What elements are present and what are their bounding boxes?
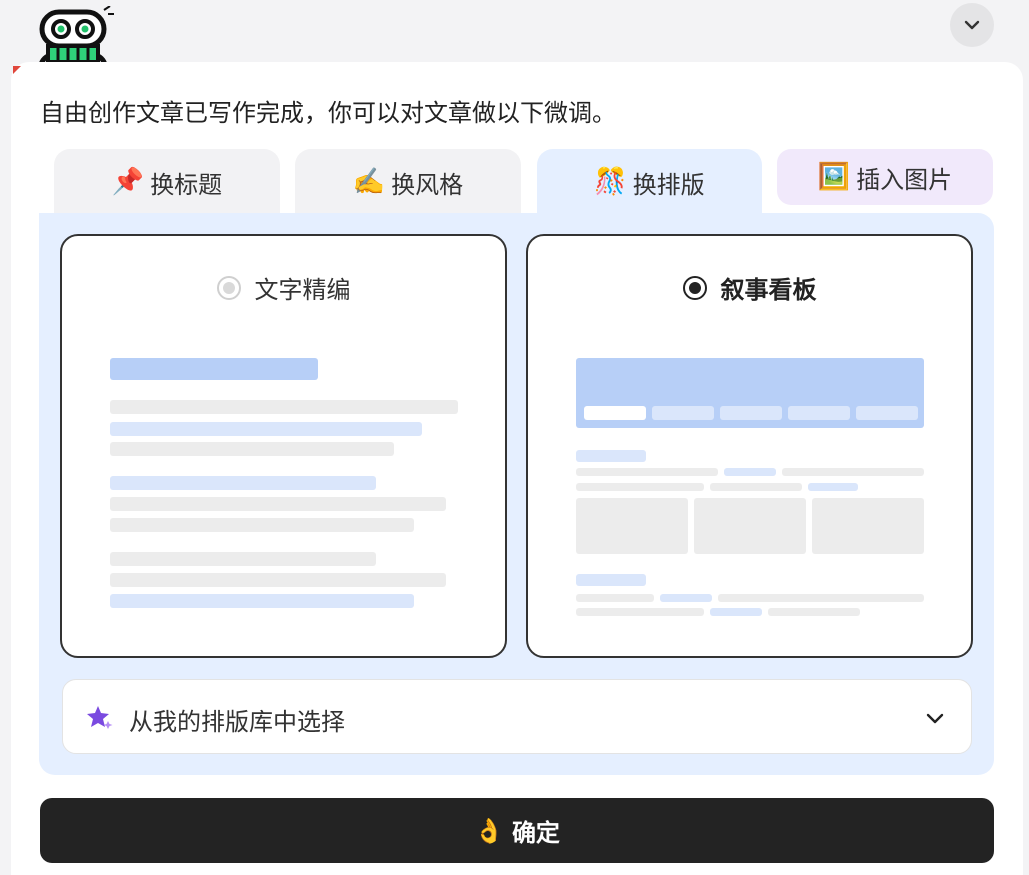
option-label: 叙事看板 <box>720 276 817 304</box>
preview-line <box>110 552 376 566</box>
preview-line <box>576 594 654 602</box>
preview-line <box>724 468 776 476</box>
preview-nav-pill <box>584 406 646 420</box>
preview-nav-pill <box>856 406 918 420</box>
radio-button[interactable] <box>682 275 707 300</box>
tab-label: 换风格 <box>391 170 464 199</box>
writing-hand-icon: ✍️ <box>352 167 386 197</box>
tab-label: 换排版 <box>632 170 705 199</box>
preview-line <box>110 476 376 490</box>
option-header: 文字精编 <box>62 270 505 305</box>
preview-line <box>110 518 414 532</box>
layout-option-text-refine[interactable]: 文字精编 <box>60 234 507 658</box>
preview-nav-pill <box>652 406 714 420</box>
preview-line <box>782 468 924 476</box>
chevron-down-icon <box>964 20 980 30</box>
preview-nav-pill <box>720 406 782 420</box>
preview-line <box>768 608 860 616</box>
layout-option-narrative-board[interactable]: 叙事看板 <box>526 234 973 658</box>
ok-hand-icon: 👌 <box>474 816 504 845</box>
preview-card <box>576 498 688 554</box>
top-bar <box>0 0 1029 72</box>
tab-change-style[interactable]: ✍️ 换风格 <box>295 149 521 215</box>
preview-subheading <box>576 450 646 462</box>
confirm-label: 确定 <box>511 819 560 847</box>
preview-nav-pill <box>788 406 850 420</box>
preview-line <box>710 483 802 491</box>
preview-line <box>110 497 446 511</box>
tab-label: 插入图片 <box>856 165 953 194</box>
preview-line <box>710 608 762 616</box>
tab-label: 换标题 <box>150 170 223 199</box>
picture-icon: 🖼️ <box>817 162 851 192</box>
preview-card <box>694 498 806 554</box>
preview-line <box>110 594 414 608</box>
option-label: 文字精编 <box>254 276 351 304</box>
preview-line <box>110 442 394 456</box>
preview-line <box>808 483 858 491</box>
pushpin-icon: 📌 <box>111 167 145 197</box>
sparkle-star-icon <box>87 706 113 729</box>
preview-line <box>660 594 712 602</box>
confirm-button[interactable]: 👌 确定 <box>40 798 994 863</box>
option-header: 叙事看板 <box>528 270 971 305</box>
confetti-icon: 🎊 <box>594 167 627 197</box>
layout-library-select[interactable]: 从我的排版库中选择 <box>62 679 972 754</box>
preview-line <box>110 573 446 587</box>
intro-text: 自由创作文章已写作完成，你可以对文章做以下微调。 <box>40 99 616 127</box>
collapse-button[interactable] <box>950 3 994 47</box>
preview-heading-bar <box>110 358 318 380</box>
preview-line <box>576 608 704 616</box>
tab-change-layout[interactable]: 🎊 换排版 <box>537 149 762 215</box>
corner-marker <box>13 66 21 74</box>
tab-insert-image[interactable]: 🖼️ 插入图片 <box>777 149 993 205</box>
preview-line <box>110 400 458 414</box>
preview-line <box>110 422 422 436</box>
tab-change-title[interactable]: 📌 换标题 <box>54 149 280 215</box>
chevron-down-icon <box>926 713 944 724</box>
preview-subheading <box>576 574 646 586</box>
preview-line <box>576 468 718 476</box>
preview-line <box>718 594 924 602</box>
radio-button[interactable] <box>216 275 241 300</box>
preview-line <box>576 483 704 491</box>
library-label: 从我的排版库中选择 <box>129 708 345 736</box>
preview-card <box>812 498 924 554</box>
